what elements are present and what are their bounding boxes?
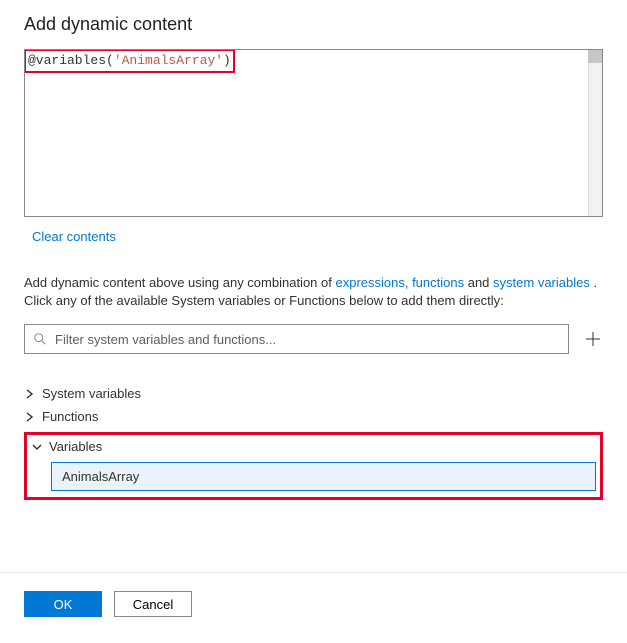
chevron-right-icon — [24, 389, 36, 399]
filter-input-wrap[interactable] — [24, 324, 569, 354]
page-title: Add dynamic content — [24, 14, 603, 35]
tree-label: Variables — [49, 439, 102, 454]
expression-token-func: @variables( — [28, 53, 114, 68]
editor-scrollbar-thumb[interactable] — [588, 50, 602, 63]
hint-mid: and — [464, 275, 493, 290]
ok-button[interactable]: OK — [24, 591, 102, 617]
variables-tree: System variables Functions Variables Ani… — [24, 382, 603, 500]
tree-node-variables[interactable]: Variables — [31, 437, 596, 456]
tree-label: System variables — [42, 386, 141, 401]
expression-editor[interactable]: @variables('AnimalsArray') — [24, 49, 603, 217]
clear-contents-link[interactable]: Clear contents — [32, 229, 116, 244]
tree-node-system-variables[interactable]: System variables — [24, 382, 603, 405]
hint-post1: . — [590, 275, 597, 290]
expression-token-arg: 'AnimalsArray' — [114, 53, 223, 68]
search-icon — [33, 332, 47, 346]
chevron-down-icon — [31, 442, 43, 452]
variables-group-highlight: Variables AnimalsArray — [24, 432, 603, 500]
add-button[interactable] — [583, 329, 603, 349]
cancel-button[interactable]: Cancel — [114, 591, 192, 617]
hint-line2: Click any of the available System variab… — [24, 293, 504, 308]
dialog-footer: OK Cancel — [0, 573, 627, 635]
editor-scrollbar-track — [588, 50, 602, 216]
tree-label: Functions — [42, 409, 98, 424]
tree-node-functions[interactable]: Functions — [24, 405, 603, 428]
filter-input[interactable] — [53, 331, 560, 348]
expression-highlight: @variables('AnimalsArray') — [24, 49, 235, 73]
expressions-functions-link[interactable]: expressions, functions — [335, 275, 464, 290]
chevron-right-icon — [24, 412, 36, 422]
hint-text: Add dynamic content above using any comb… — [24, 274, 603, 310]
hint-pre: Add dynamic content above using any comb… — [24, 275, 335, 290]
expression-token-close: ) — [223, 53, 231, 68]
variable-item-animalsarray[interactable]: AnimalsArray — [51, 462, 596, 491]
system-variables-link[interactable]: system variables — [493, 275, 590, 290]
